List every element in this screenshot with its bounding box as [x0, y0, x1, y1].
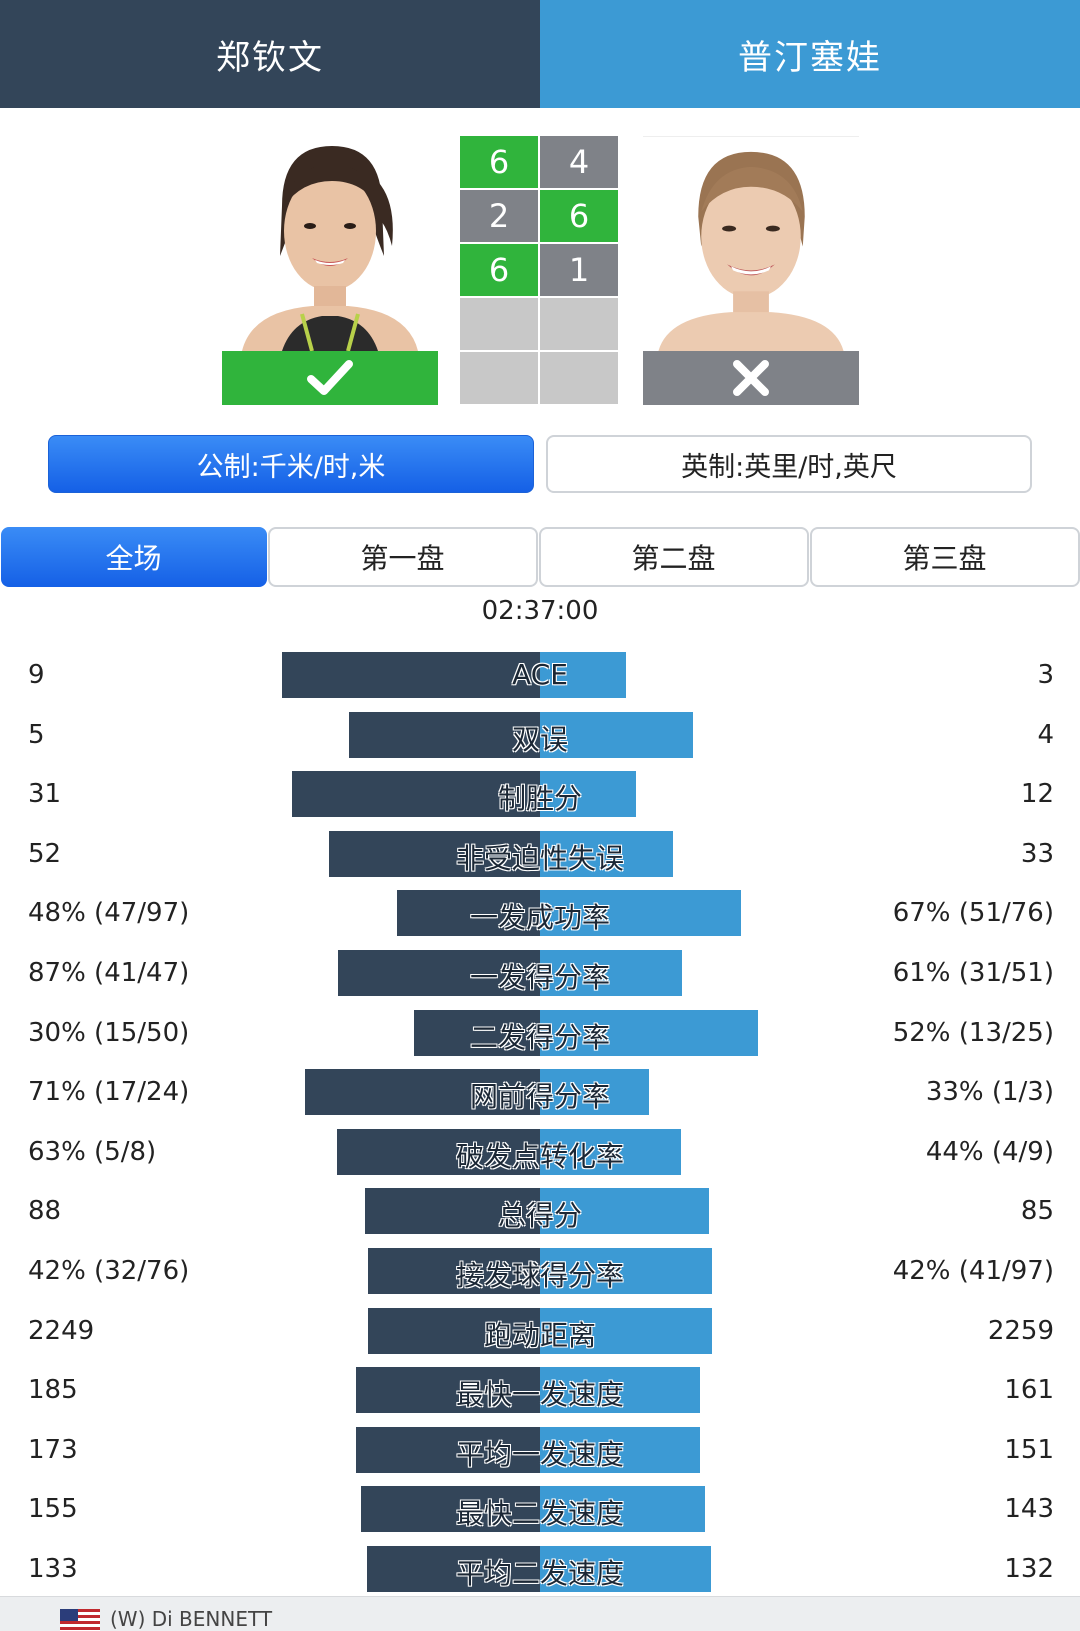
- player-right-name[interactable]: 普汀塞娃: [540, 0, 1080, 108]
- stat-left-value: 5: [28, 719, 45, 750]
- tab-full-match[interactable]: 全场: [0, 527, 267, 587]
- match-duration: 02:37:00: [481, 596, 599, 626]
- stat-row: 一发得分率 87% (41/47) 61% (31/51): [0, 948, 1080, 1008]
- stat-label: 双误: [511, 722, 568, 756]
- stat-left-value: 31: [28, 779, 62, 810]
- stat-left-value: 87% (41/47): [28, 957, 190, 988]
- us-flag-icon: [60, 1609, 100, 1631]
- stats-list: ACE 9 3 双误 5 4 制胜分 31 12 非受迫性失误 52 33 一发成功率 48% (47/9…: [0, 650, 1080, 1604]
- set1-left-score: 6: [460, 136, 538, 188]
- set4-left-score: [460, 298, 538, 350]
- player-left-name[interactable]: 郑钦文: [0, 0, 540, 108]
- stat-label: 最快一发速度: [455, 1378, 624, 1412]
- stat-right-value: 67% (51/76): [892, 898, 1054, 929]
- stat-row: 平均一发速度 173 151: [0, 1425, 1080, 1485]
- player-right-loser-badge: [643, 351, 859, 405]
- set5-right-score: [540, 352, 618, 404]
- stat-label: 跑动距离: [483, 1318, 596, 1352]
- stat-left-value: 42% (32/76): [28, 1255, 190, 1286]
- stat-right-value: 61% (31/51): [892, 957, 1054, 988]
- stat-right-value: 132: [1004, 1553, 1054, 1584]
- stat-right-value: 151: [1004, 1434, 1054, 1465]
- player-header: 郑钦文 普汀塞娃: [0, 0, 1080, 108]
- stat-left-value: 71% (17/24): [28, 1077, 190, 1108]
- metric-units-button[interactable]: 公制:千米/时,米: [48, 435, 534, 493]
- stat-row: 破发点转化率 63% (5/8) 44% (4/9): [0, 1127, 1080, 1187]
- stat-row: 一发成功率 48% (47/97) 67% (51/76): [0, 888, 1080, 948]
- stat-label: 破发点转化率: [455, 1139, 624, 1173]
- close-icon: [733, 360, 769, 396]
- set4-right-score: [540, 298, 618, 350]
- set3-right-score: 1: [540, 244, 618, 296]
- stat-left-value: 88: [28, 1196, 62, 1227]
- set-tabs: 全场 第一盘 第二盘 第三盘: [0, 527, 1080, 587]
- stat-label: ACE: [512, 658, 568, 691]
- stat-right-value: 85: [1020, 1196, 1054, 1227]
- stat-left-value: 30% (15/50): [28, 1017, 190, 1048]
- stat-right-value: 4: [1037, 719, 1054, 750]
- stat-left-value: 63% (5/8): [28, 1136, 157, 1167]
- stat-left-value: 185: [28, 1375, 78, 1406]
- stat-label: 平均二发速度: [455, 1556, 624, 1590]
- stat-right-value: 3: [1037, 660, 1054, 690]
- stat-row: 最快一发速度 185 161: [0, 1365, 1080, 1425]
- stat-row: 制胜分 31 12: [0, 769, 1080, 829]
- next-player-name: (W) Di BENNETT: [110, 1607, 273, 1631]
- stat-label: 网前得分率: [469, 1080, 610, 1114]
- set2-left-score: 2: [460, 190, 538, 242]
- stat-right-value: 33% (1/3): [925, 1077, 1054, 1108]
- stat-left-value: 2249: [28, 1315, 95, 1346]
- stat-left-value: 133: [28, 1553, 78, 1584]
- player-left-winner-badge: [222, 351, 438, 405]
- stat-label: 最快二发速度: [455, 1497, 624, 1531]
- stat-right-value: 33: [1020, 838, 1054, 869]
- set2-right-score: 6: [540, 190, 618, 242]
- next-match-strip[interactable]: (W) Di BENNETT: [0, 1596, 1080, 1631]
- tab-set-2[interactable]: 第二盘: [538, 527, 809, 587]
- stat-row: 跑动距离 2249 2259: [0, 1306, 1080, 1366]
- stat-label: 制胜分: [497, 782, 582, 816]
- stat-left-value: 155: [28, 1494, 78, 1525]
- stat-right-value: 42% (41/97): [892, 1255, 1054, 1286]
- stat-right-value: 2259: [987, 1315, 1054, 1346]
- stat-row: 总得分 88 85: [0, 1186, 1080, 1246]
- stat-label: 平均一发速度: [455, 1437, 624, 1471]
- stat-row: 网前得分率 71% (17/24) 33% (1/3): [0, 1067, 1080, 1127]
- stat-row: 平均二发速度 133 132: [0, 1544, 1080, 1604]
- imperial-units-button[interactable]: 英制:英里/时,英尺: [546, 435, 1032, 493]
- check-icon: [307, 360, 353, 395]
- stat-row: 二发得分率 30% (15/50) 52% (13/25): [0, 1008, 1080, 1068]
- stat-label: 总得分: [497, 1199, 582, 1233]
- stat-label: 一发成功率: [469, 901, 610, 935]
- stat-right-value: 12: [1020, 779, 1054, 810]
- tab-set-3[interactable]: 第三盘: [809, 527, 1080, 587]
- set5-left-score: [460, 352, 538, 404]
- stat-left-value: 9: [28, 660, 45, 690]
- stat-label: 非受迫性失误: [455, 841, 624, 875]
- stat-label: 接发球得分率: [455, 1258, 624, 1292]
- tab-set-1[interactable]: 第一盘: [267, 527, 538, 587]
- stat-left-value: 48% (47/97): [28, 898, 190, 929]
- stat-row: 非受迫性失误 52 33: [0, 829, 1080, 889]
- stat-row: 双误 5 4: [0, 710, 1080, 770]
- set-score-grid: 6 4 2 6 6 1: [460, 136, 620, 404]
- stat-right-value: 143: [1004, 1494, 1054, 1525]
- stat-label: 二发得分率: [469, 1020, 610, 1054]
- stat-label: 一发得分率: [469, 960, 610, 994]
- set3-left-score: 6: [460, 244, 538, 296]
- stat-row: 接发球得分率 42% (32/76) 42% (41/97): [0, 1246, 1080, 1306]
- set1-right-score: 4: [540, 136, 618, 188]
- stat-left-value: 173: [28, 1434, 78, 1465]
- stat-right-value: 161: [1004, 1375, 1054, 1406]
- player-left-photo: [222, 136, 438, 351]
- player-right-photo: [643, 136, 859, 351]
- stat-row: 最快二发速度 155 143: [0, 1484, 1080, 1544]
- stat-left-value: 52: [28, 838, 62, 869]
- stat-right-value: 44% (4/9): [925, 1136, 1054, 1167]
- stat-right-value: 52% (13/25): [892, 1017, 1054, 1048]
- stat-row: ACE 9 3: [0, 650, 1080, 710]
